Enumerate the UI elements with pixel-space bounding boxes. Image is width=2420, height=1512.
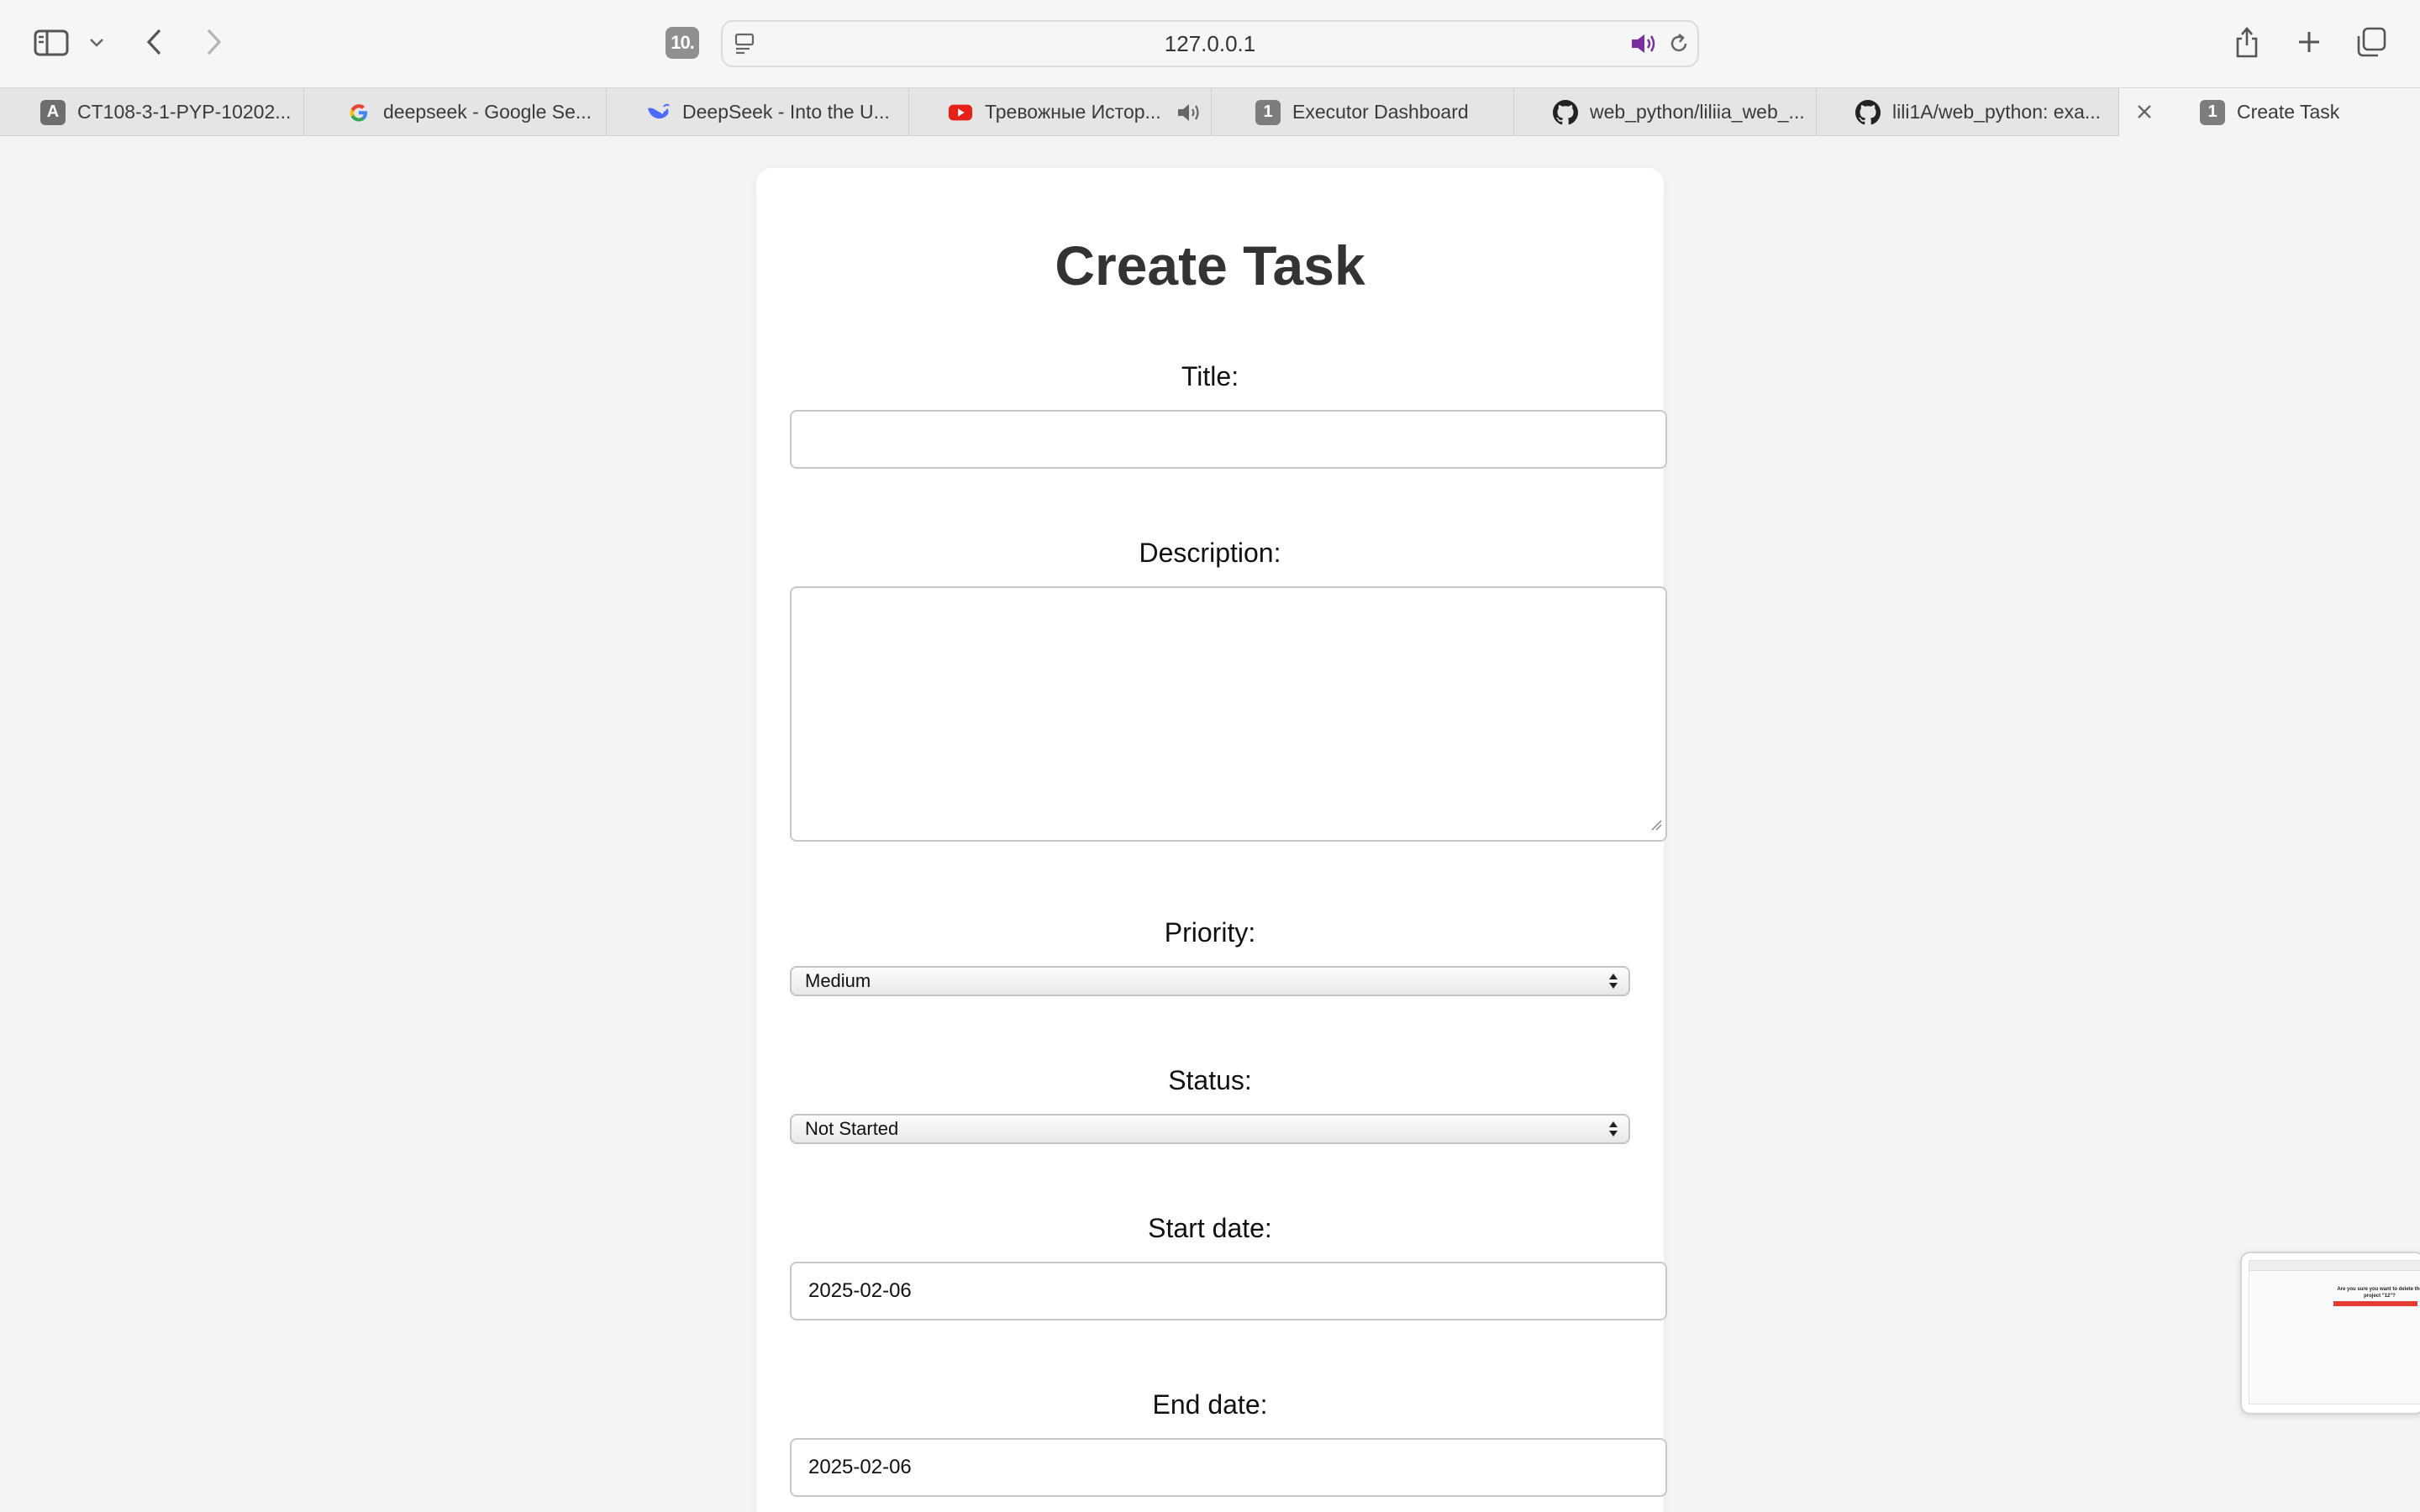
sidebar-toggle-icon[interactable] xyxy=(32,27,71,59)
tab-label: lili1A/web_python: exa... xyxy=(1892,101,2102,123)
priority-label: Priority: xyxy=(1164,917,1256,948)
thumbnail-text: Are you sure you want to delete the proj… xyxy=(2337,1287,2420,1299)
tab-label: deepseek - Google Se... xyxy=(383,101,592,123)
share-icon[interactable] xyxy=(2232,24,2262,60)
tab-label: CT108-3-1-PYP-10202... xyxy=(77,101,292,123)
tab-deepseek[interactable]: DeepSeek - Into the U... xyxy=(607,88,909,136)
title-label: Title: xyxy=(1181,361,1239,391)
description-textarea[interactable] xyxy=(790,586,1667,842)
chevron-down-icon[interactable] xyxy=(87,34,106,52)
tab-label: Executor Dashboard xyxy=(1292,101,1469,123)
tab-ct108[interactable]: A CT108-3-1-PYP-10202... xyxy=(0,88,304,136)
browser-toolbar: 10. 127.0.0.1 xyxy=(0,0,2420,87)
title-input[interactable] xyxy=(790,410,1667,469)
end-date-input[interactable]: 2025-02-06 xyxy=(790,1438,1667,1497)
page-title: Create Task xyxy=(1055,234,1365,297)
status-select[interactable]: Not Started xyxy=(790,1114,1630,1144)
tab-google-search[interactable]: deepseek - Google Se... xyxy=(304,88,607,136)
tab-bar: A CT108-3-1-PYP-10202... deepseek - Goog… xyxy=(0,87,2420,136)
github-icon xyxy=(1553,99,1578,125)
description-label: Description: xyxy=(1139,538,1281,568)
tab-github-liliia[interactable]: web_python/liliia_web_... xyxy=(1514,88,1817,136)
close-tab-icon[interactable] xyxy=(2134,102,2154,122)
thumbnail-page: Are you sure you want to delete the proj… xyxy=(2249,1260,2420,1404)
status-label: Status: xyxy=(1168,1065,1252,1095)
tab-create-task[interactable]: 1 Create Task xyxy=(2119,88,2420,136)
start-date-label: Start date: xyxy=(1148,1213,1272,1243)
tab-label: DeepSeek - Into the U... xyxy=(682,101,890,123)
tab-label: Create Task xyxy=(2237,101,2340,123)
tab-label: web_python/liliia_web_... xyxy=(1590,101,1805,123)
reload-icon[interactable] xyxy=(1667,22,1691,66)
letter-a-icon: A xyxy=(40,99,66,125)
select-arrows-icon xyxy=(1608,1119,1618,1144)
screenshot-thumbnail[interactable]: Are you sure you want to delete the proj… xyxy=(2240,1252,2420,1415)
tab-executor-dashboard[interactable]: 1 Executor Dashboard xyxy=(1212,88,1514,136)
youtube-icon xyxy=(948,100,973,125)
github-icon xyxy=(1855,99,1881,125)
number-badge-icon: 1 xyxy=(1255,99,1281,125)
deepseek-whale-icon xyxy=(645,100,671,125)
extension-icon[interactable]: 10. xyxy=(666,27,699,59)
tab-github-lili1a[interactable]: lili1A/web_python: exa... xyxy=(1817,88,2119,136)
tab-label: Тревожные Истор... xyxy=(985,101,1161,123)
google-icon xyxy=(346,100,371,125)
tab-overview-icon[interactable] xyxy=(2354,25,2388,59)
status-value: Not Started xyxy=(805,1118,899,1139)
new-tab-icon[interactable] xyxy=(2294,27,2324,57)
priority-select[interactable]: Medium xyxy=(790,966,1630,996)
priority-value: Medium xyxy=(805,970,871,991)
url-text[interactable]: 127.0.0.1 xyxy=(723,22,1697,66)
number-badge-icon: 1 xyxy=(2200,99,2225,125)
audio-playing-icon[interactable] xyxy=(1630,22,1657,66)
select-arrows-icon xyxy=(1608,971,1618,996)
end-date-value: 2025-02-06 xyxy=(808,1456,912,1478)
start-date-value: 2025-02-06 xyxy=(808,1279,912,1302)
tab-audio-icon[interactable] xyxy=(1176,102,1202,123)
address-bar[interactable]: 127.0.0.1 xyxy=(721,20,1699,67)
tab-youtube[interactable]: Тревожные Истор... xyxy=(909,88,1212,136)
thumbnail-toolbar xyxy=(2249,1261,2420,1271)
end-date-label: End date: xyxy=(1152,1389,1268,1420)
forward-icon[interactable] xyxy=(202,25,227,59)
resize-grip-icon[interactable] xyxy=(1650,813,1662,837)
start-date-input[interactable]: 2025-02-06 xyxy=(790,1262,1667,1320)
back-icon[interactable] xyxy=(141,25,166,59)
thumbnail-delete-bar xyxy=(2333,1301,2417,1306)
